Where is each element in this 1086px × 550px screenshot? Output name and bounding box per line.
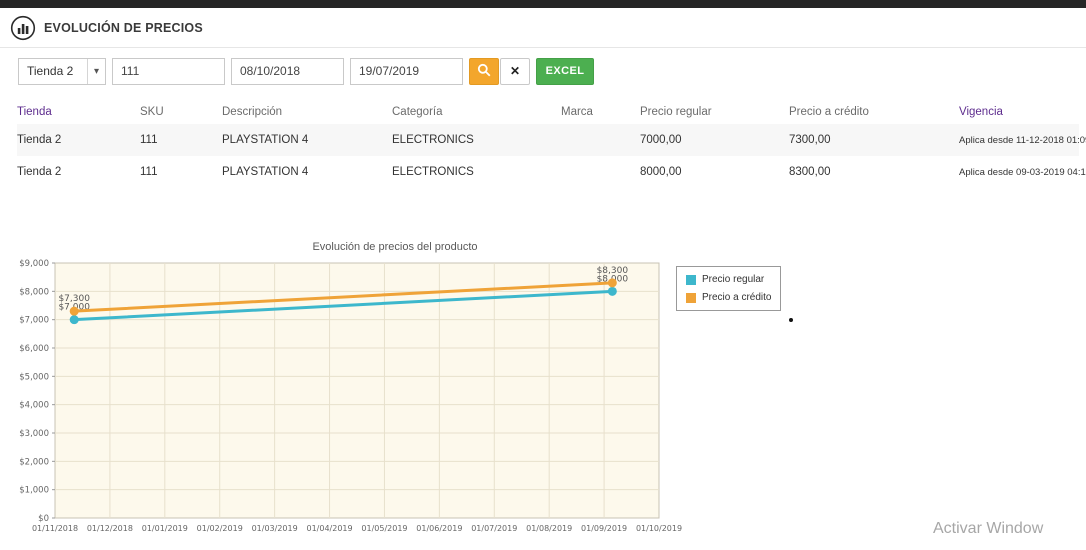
search-icon (477, 63, 491, 80)
sku-input[interactable] (112, 58, 225, 85)
x-tick-label: 01/01/2019 (142, 524, 188, 533)
table-cell: PLAYSTATION 4 (222, 166, 392, 178)
table-row: Tienda 2111PLAYSTATION 4ELECTRONICS 7000,… (17, 124, 1079, 156)
search-button[interactable] (469, 58, 499, 85)
chart-title: Evolución de precios del producto (55, 241, 735, 253)
data-point-marker (70, 315, 79, 324)
legend-item: Precio regular (686, 274, 771, 285)
table-cell: 7300,00 (789, 134, 959, 146)
column-header-sku[interactable]: SKU (140, 106, 222, 118)
x-tick-label: 01/11/2018 (32, 524, 78, 533)
data-point-marker (70, 307, 79, 316)
table-cell: 8000,00 (640, 166, 789, 178)
top-bar (0, 0, 1086, 8)
table-cell: Aplica desde 11-12-2018 01:09:12 (959, 135, 1086, 146)
x-tick-label: 01/06/2019 (416, 524, 462, 533)
data-point-label: $7,300 (58, 294, 90, 304)
column-header-precio-regular[interactable]: Precio regular (640, 106, 789, 118)
clear-button[interactable]: ✕ (500, 58, 530, 85)
y-tick-label: $6,000 (19, 344, 49, 354)
x-tick-label: 01/03/2019 (252, 524, 298, 533)
legend-item: Precio a crédito (686, 292, 771, 303)
cursor-dot (789, 318, 793, 322)
date-to-input[interactable] (350, 58, 463, 85)
price-evolution-chart: $0 $1,000 $2,000 $3,000 $4,000 $5,000 $6,000 $7… (8, 255, 686, 550)
x-tick-label: 01/10/2019 (636, 524, 682, 533)
table-cell: 111 (140, 134, 222, 146)
column-header-vigencia[interactable]: Vigencia (959, 106, 1079, 118)
table-cell: 7000,00 (640, 134, 789, 146)
table-cell: 8300,00 (789, 166, 959, 178)
x-tick-label: 01/08/2019 (526, 524, 572, 533)
column-header-descripcion[interactable]: Descripción (222, 106, 392, 118)
x-tick-label: 01/09/2019 (581, 524, 627, 533)
table-header-row: TiendaSKUDescripciónCategoríaMarcaPrecio… (17, 99, 1079, 124)
chart-legend: Precio regular Precio a crédito (676, 266, 781, 311)
table-cell: 111 (140, 166, 222, 178)
table-cell: ELECTRONICS (392, 166, 561, 178)
table-cell: PLAYSTATION 4 (222, 134, 392, 146)
data-point-label: $8,300 (597, 266, 629, 276)
x-tick-label: 01/12/2018 (87, 524, 133, 533)
chevron-down-icon: ▾ (87, 59, 105, 84)
data-point-marker (608, 278, 617, 287)
y-tick-label: $8,000 (19, 287, 49, 297)
table-cell: Tienda 2 (17, 134, 140, 146)
close-icon: ✕ (510, 64, 520, 78)
y-tick-label: $3,000 (19, 429, 49, 439)
excel-button[interactable]: EXCEL (536, 58, 594, 85)
date-from-input[interactable] (231, 58, 344, 85)
windows-activation-watermark: Activar Window (933, 520, 1043, 538)
table-cell: Tienda 2 (17, 166, 140, 178)
y-tick-label: $7,000 (19, 316, 49, 326)
bar-chart-icon (10, 15, 36, 41)
x-tick-label: 01/02/2019 (197, 524, 243, 533)
legend-label: Precio a crédito (702, 292, 771, 303)
y-tick-label: $2,000 (19, 457, 49, 467)
y-tick-label: $9,000 (19, 259, 49, 269)
y-tick-label: $4,000 (19, 401, 49, 411)
store-select[interactable]: Tienda 2 ▾ (18, 58, 106, 85)
data-point-marker (608, 287, 617, 296)
column-header-tienda[interactable]: Tienda (17, 106, 140, 118)
table-row: Tienda 2111PLAYSTATION 4ELECTRONICS 8000,… (17, 156, 1079, 188)
column-header-categoria[interactable]: Categoría (392, 106, 561, 118)
x-tick-label: 01/05/2019 (361, 524, 407, 533)
page-header: EVOLUCIÓN DE PRECIOS (0, 8, 1086, 48)
column-header-marca[interactable]: Marca (561, 106, 640, 118)
y-tick-label: $1,000 (19, 486, 49, 496)
page-title: EVOLUCIÓN DE PRECIOS (44, 21, 203, 35)
column-header-precio-a-credito[interactable]: Precio a crédito (789, 106, 959, 118)
results-table: Tienda 2111PLAYSTATION 4ELECTRONICS7000,… (17, 124, 1079, 188)
y-tick-label: $5,000 (19, 372, 49, 382)
legend-swatch (686, 293, 696, 303)
x-tick-label: 01/07/2019 (471, 524, 517, 533)
table-cell: ELECTRONICS (392, 134, 561, 146)
plot-area (55, 263, 659, 518)
store-select-value: Tienda 2 (19, 64, 87, 78)
legend-swatch (686, 275, 696, 285)
legend-label: Precio regular (702, 274, 764, 285)
filter-bar: Tienda 2 ▾ ✕ EXCEL (18, 57, 594, 85)
x-tick-label: 01/04/2019 (306, 524, 352, 533)
table-cell: Aplica desde 09-03-2019 04:15:03 (959, 167, 1086, 178)
y-tick-label: $0 (38, 514, 49, 524)
